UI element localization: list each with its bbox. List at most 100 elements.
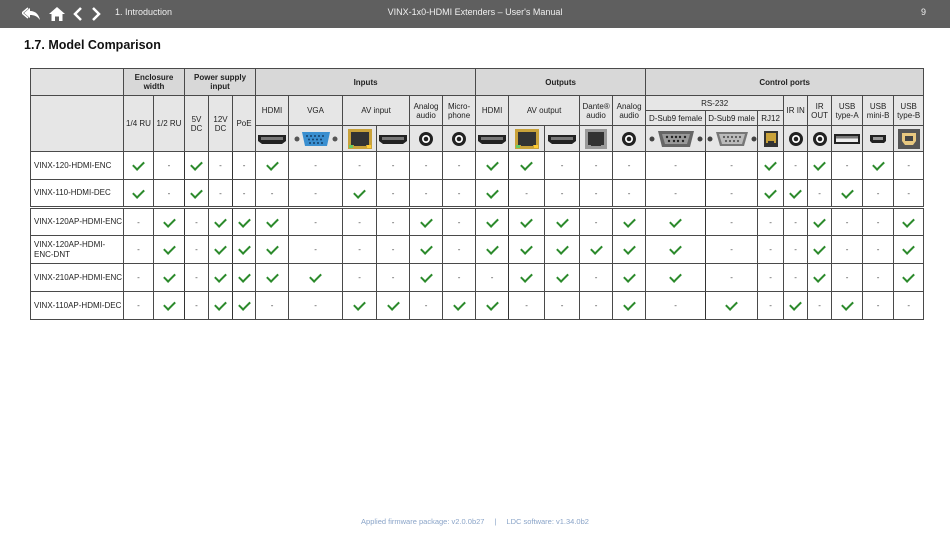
- not-available: -: [288, 179, 344, 208]
- check-mark: [902, 270, 916, 283]
- not-available: -: [783, 235, 809, 264]
- not-available: -: [544, 291, 581, 320]
- check-icon: [232, 235, 257, 264]
- not-available: -: [255, 179, 290, 208]
- col-out-hdmi: HDMI: [475, 95, 510, 126]
- dash-mark: -: [391, 245, 395, 254]
- not-available: -: [123, 263, 154, 292]
- mic-jack-icon: [442, 125, 477, 152]
- dash-mark: -: [674, 188, 677, 198]
- check-mark: [485, 214, 499, 228]
- dash-mark: -: [314, 301, 317, 310]
- not-available: -: [184, 235, 210, 264]
- dash-mark: -: [907, 301, 910, 310]
- check-mark: [190, 158, 203, 171]
- not-available: -: [579, 206, 614, 236]
- not-available: -: [288, 151, 344, 180]
- not-available: -: [376, 235, 411, 264]
- check-icon: [831, 179, 864, 208]
- dash-mark: -: [525, 301, 528, 310]
- not-available: -: [831, 151, 864, 180]
- check-icon: [376, 291, 411, 320]
- not-available: -: [442, 206, 477, 236]
- check-mark: [622, 214, 636, 228]
- check-icon: [612, 235, 647, 264]
- check-mark: [162, 242, 176, 255]
- ldc-version: LDC software: v1.34.0b2: [506, 517, 589, 526]
- check-icon: [645, 263, 707, 292]
- check-mark: [485, 185, 499, 199]
- col-dante: Dante® audio: [579, 95, 614, 126]
- not-available: -: [862, 179, 895, 208]
- hdmi-av-output-icon: [544, 125, 581, 152]
- check-icon: [475, 206, 510, 236]
- check-mark: [237, 214, 251, 228]
- check-mark: [386, 298, 400, 311]
- check-icon: [783, 291, 809, 320]
- dash-mark: -: [137, 273, 140, 282]
- group-inputs: Inputs: [255, 68, 477, 96]
- check-icon: [612, 206, 647, 236]
- dash-mark: -: [730, 245, 733, 254]
- check-icon: [705, 291, 759, 320]
- check-mark: [265, 214, 279, 228]
- group-outputs: Outputs: [475, 68, 647, 96]
- dash-mark: -: [137, 217, 140, 227]
- dash-mark: -: [391, 273, 395, 282]
- check-icon: [645, 235, 707, 264]
- dash-mark: -: [674, 161, 677, 170]
- check-icon: [544, 206, 581, 236]
- not-available: -: [862, 235, 895, 264]
- check-mark: [840, 298, 854, 311]
- not-available: -: [757, 263, 785, 292]
- dash-mark: -: [594, 273, 598, 282]
- check-icon: [184, 179, 210, 208]
- check-mark: [237, 242, 251, 255]
- check-icon: [645, 206, 707, 236]
- model-col-header: [30, 95, 124, 152]
- check-icon: [508, 206, 546, 236]
- dash-mark: -: [560, 301, 564, 310]
- check-icon: [807, 263, 833, 292]
- not-available: -: [705, 235, 759, 264]
- check-mark: [419, 214, 433, 228]
- not-available: -: [757, 291, 785, 320]
- col-av-input: AV input: [342, 95, 411, 126]
- rj12-port-icon: [757, 125, 785, 152]
- firmware-version: Applied firmware package: v2.0.0b27: [361, 517, 485, 526]
- check-mark: [162, 214, 176, 228]
- dash-mark: -: [424, 188, 428, 198]
- check-mark: [789, 298, 802, 311]
- document-title: VINX-1x0-HDMI Extenders – User's Manual: [387, 7, 563, 17]
- not-available: -: [342, 235, 378, 264]
- page-number: 9: [920, 7, 926, 17]
- check-icon: [783, 179, 809, 208]
- not-available: -: [893, 151, 925, 180]
- check-icon: [475, 179, 510, 208]
- dash-mark: -: [358, 161, 361, 170]
- not-available: -: [442, 179, 477, 208]
- check-icon: [893, 206, 925, 236]
- check-icon: [232, 291, 257, 320]
- col-dc12: 12V DC: [208, 95, 234, 152]
- dash-mark: -: [876, 301, 880, 310]
- check-mark: [309, 270, 322, 283]
- check-mark: [871, 158, 885, 171]
- jack-input-icon: [409, 125, 444, 152]
- table-row: VINX-110AP-HDMI-DEC - - - - - - - - - - - - -: [30, 291, 925, 320]
- col-rs232: RS-232: [645, 95, 785, 111]
- check-mark: [813, 270, 826, 283]
- not-available: -: [831, 263, 864, 292]
- check-icon: [288, 263, 344, 292]
- not-available: -: [579, 151, 614, 180]
- dante-rj45-icon: [579, 125, 614, 152]
- dash-mark: -: [195, 217, 198, 227]
- check-mark: [237, 270, 251, 283]
- not-available: -: [342, 151, 378, 180]
- col-dsub-female: D-Sub9 female: [645, 110, 707, 126]
- not-available: -: [705, 179, 759, 208]
- not-available: -: [208, 179, 234, 208]
- not-available: -: [807, 291, 833, 320]
- not-available: -: [579, 263, 614, 292]
- col-in-vga: VGA: [288, 95, 344, 126]
